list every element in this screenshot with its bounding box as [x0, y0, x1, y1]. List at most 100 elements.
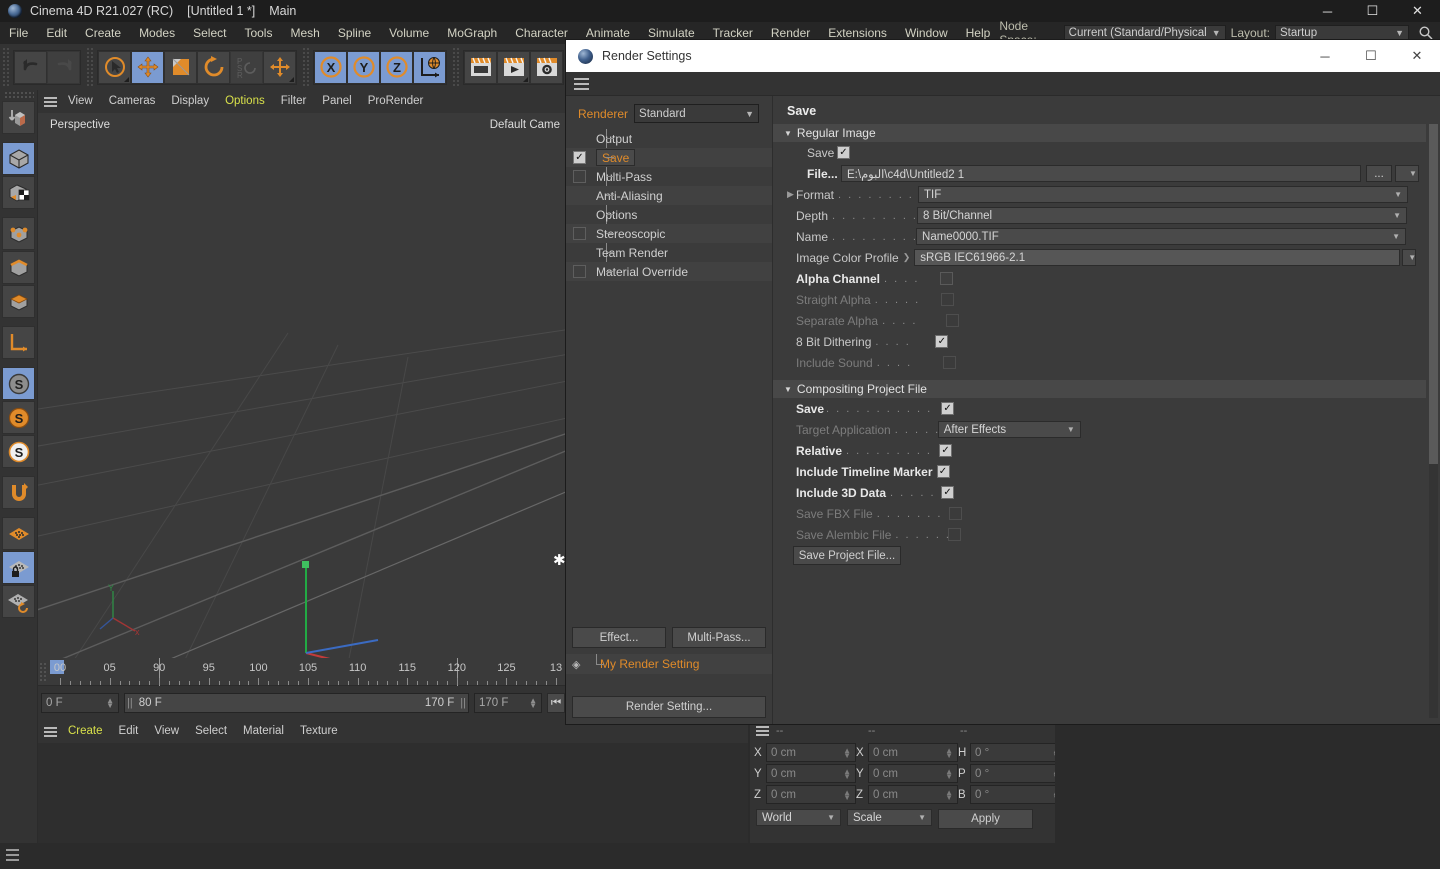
dialog-maximize-button[interactable]: ☐ [1348, 40, 1394, 72]
axis-y-button[interactable]: Y [347, 50, 380, 84]
coord-mode-dropdown[interactable]: Scale ▼ [847, 809, 932, 826]
menu-item-edit[interactable]: Edit [37, 22, 76, 44]
material-menu-icon[interactable] [38, 726, 60, 737]
timeline-ruler[interactable]: 00 05 90 95 100 105 110 115 120 125 13 [38, 658, 597, 686]
light-object-icon[interactable]: ✱ [553, 553, 566, 568]
make-editable-icon[interactable] [2, 101, 35, 134]
tree-item-checkbox[interactable]: ✓ [573, 151, 586, 164]
spinner-icon[interactable]: ▲▼ [106, 697, 114, 710]
tree-item-checkbox[interactable] [573, 170, 586, 183]
redo-button[interactable] [47, 50, 80, 84]
apply-button[interactable]: Apply [938, 809, 1033, 829]
scrollbar-thumb[interactable] [1429, 124, 1438, 464]
material-menu-texture[interactable]: Texture [292, 720, 346, 743]
rotate-tool-button[interactable] [197, 50, 230, 84]
regular-image-group-header[interactable]: ▼ Regular Image [773, 124, 1426, 142]
viewport-menu-prorender[interactable]: ProRender [360, 90, 432, 113]
render-view-button[interactable] [464, 50, 497, 84]
depth-dropdown[interactable]: 8 Bit/Channel ▼ [917, 207, 1408, 224]
position-x-input[interactable]: 0 cm ▲ ▼ [766, 743, 856, 762]
viewport-menu-panel[interactable]: Panel [314, 90, 359, 113]
coord-system-dropdown[interactable]: World ▼ [756, 809, 841, 826]
color-profile-dropdown[interactable]: ▼ [1402, 249, 1417, 266]
viewport-menu-options[interactable]: Options [217, 90, 273, 113]
snap-icon[interactable] [2, 476, 35, 509]
triangle-down-icon[interactable]: ▼ [784, 129, 792, 138]
tree-item-team-render[interactable]: Team Render [566, 243, 772, 262]
position-z-input[interactable]: 0 cm ▲ ▼ [766, 785, 856, 804]
axis-z-button[interactable]: Z [380, 50, 413, 84]
spinner-icon[interactable]: ▲▼ [843, 788, 851, 801]
save-image-checkbox[interactable]: ✓ [837, 146, 850, 159]
tree-item-output[interactable]: Output [566, 129, 772, 148]
select-tool-button[interactable] [98, 50, 131, 84]
separate-alpha-checkbox[interactable] [946, 314, 960, 327]
tree-item-checkbox[interactable] [573, 227, 586, 240]
viewport-menu-icon[interactable] [38, 96, 60, 107]
compositing-group-header[interactable]: ▼ Compositing Project File [773, 380, 1426, 398]
rotation-h-input[interactable]: 0 °▲▼ [970, 743, 1065, 762]
file-options-dropdown[interactable]: ▼ [1395, 165, 1419, 182]
left-toolbar-grip[interactable] [3, 91, 34, 99]
material-menu-select[interactable]: Select [187, 720, 235, 743]
file-path-input[interactable]: E:\البوم\c4d\Untitled2 1 [841, 165, 1361, 182]
include-sound-checkbox[interactable] [942, 356, 956, 369]
tree-item-save[interactable]: ✓ Save [566, 148, 772, 167]
goto-start-button[interactable]: ⏮ [547, 693, 565, 713]
psr-tool-button[interactable]: PSR [230, 50, 263, 84]
workplane-toggle-icon[interactable] [2, 585, 35, 618]
material-menu-create[interactable]: Create [60, 720, 111, 743]
viewport-3d[interactable]: Y x ✱ Perspective Default Came [38, 113, 568, 715]
tree-item-anti-aliasing[interactable]: Anti-Aliasing [566, 186, 772, 205]
viewport-menu-view[interactable]: View [60, 90, 101, 113]
scale-tool-button[interactable] [164, 50, 197, 84]
save-alembic-checkbox[interactable] [948, 528, 962, 541]
viewport-menu-display[interactable]: Display [163, 90, 217, 113]
material-list[interactable] [38, 743, 748, 843]
max-frame-field[interactable]: 170 F ▲ ▼ [474, 693, 542, 713]
range-right-handle[interactable]: || [454, 697, 466, 709]
expand-profile-icon[interactable]: ❯ [899, 252, 915, 263]
save-project-file-button[interactable]: Save Project File... [793, 546, 901, 565]
axis-x-button[interactable]: X [314, 50, 347, 84]
expand-format-icon[interactable]: ▶ [787, 189, 796, 200]
spinner-icon[interactable]: ▲▼ [843, 767, 851, 780]
undo-button[interactable] [14, 50, 47, 84]
format-dropdown[interactable]: TIF ▼ [918, 186, 1409, 203]
material-menu-edit[interactable]: Edit [111, 720, 147, 743]
save-fbx-checkbox[interactable] [948, 507, 962, 520]
toolbar-grip[interactable] [302, 47, 311, 87]
size-z-input[interactable]: 0 cm ▲ ▼ [868, 785, 958, 804]
move-tool-button[interactable] [131, 50, 164, 84]
polygons-mode-icon[interactable] [2, 285, 35, 318]
material-menu-material[interactable]: Material [235, 720, 292, 743]
render-setting-button[interactable]: Render Setting... [572, 696, 766, 718]
workplane-lock-icon[interactable] [2, 551, 35, 584]
texture-mode-icon[interactable] [2, 176, 35, 209]
spinner-icon[interactable]: ▲▼ [529, 697, 537, 710]
edges-mode-icon[interactable] [2, 251, 35, 284]
status-menu-icon[interactable] [6, 849, 19, 861]
alpha-channel-checkbox[interactable] [940, 272, 954, 285]
workplane-icon[interactable] [2, 517, 35, 550]
viewport-menu-cameras[interactable]: Cameras [101, 90, 164, 113]
target-application-dropdown[interactable]: After Effects ▼ [937, 421, 1081, 438]
tree-item-stereoscopic[interactable]: Stereoscopic [566, 224, 772, 243]
dithering-checkbox[interactable]: ✓ [935, 335, 949, 348]
straight-alpha-checkbox[interactable] [940, 293, 954, 306]
menu-item-mesh[interactable]: Mesh [281, 22, 328, 44]
color-profile-input[interactable]: sRGB IEC61966-2.1 [914, 249, 1401, 266]
current-frame-field[interactable]: 0 F ▲ ▼ [41, 693, 119, 713]
move-axis-tool-button[interactable] [263, 50, 296, 84]
file-browse-button[interactable]: ... [1366, 165, 1392, 182]
enable-axis-icon[interactable]: S [2, 401, 35, 434]
material-menu-view[interactable]: View [146, 720, 187, 743]
timeline-marker-checkbox[interactable]: ✓ [936, 465, 950, 478]
menu-item-file[interactable]: File [0, 22, 37, 44]
world-axis-button[interactable] [413, 50, 446, 84]
menu-item-modes[interactable]: Modes [130, 22, 184, 44]
include-3d-checkbox[interactable]: ✓ [941, 486, 955, 499]
toolbar-grip[interactable] [452, 47, 461, 87]
render-setting-row[interactable]: ◈ My Render Setting [566, 654, 772, 674]
relative-checkbox[interactable]: ✓ [939, 444, 953, 457]
